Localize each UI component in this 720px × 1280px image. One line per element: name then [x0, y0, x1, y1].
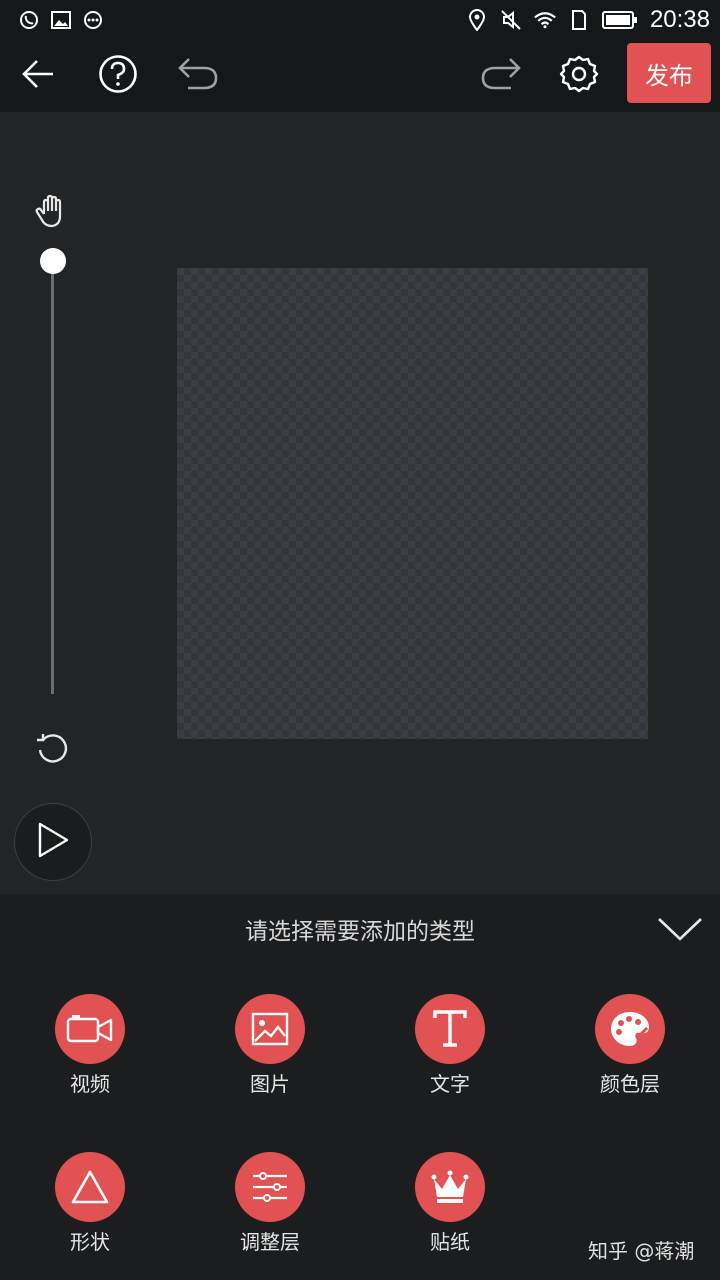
item-label: 调整层 — [240, 1230, 300, 1254]
clock-text: 20:38 — [649, 6, 710, 33]
text-t-icon — [415, 994, 485, 1064]
redo-arrow-icon — [479, 56, 523, 96]
item-label: 视频 — [70, 1072, 110, 1096]
hand-pan-icon[interactable] — [33, 192, 73, 232]
add-video-button[interactable]: 视频 — [20, 994, 160, 1097]
collapse-chevron-icon[interactable] — [656, 914, 704, 944]
reset-rotate-icon[interactable] — [32, 726, 74, 768]
item-label: 图片 — [250, 1072, 290, 1096]
whatsapp-icon — [18, 9, 40, 31]
settings-button[interactable] — [549, 46, 609, 106]
help-button[interactable] — [88, 46, 148, 106]
add-color-layer-button[interactable]: 颜色层 — [560, 994, 700, 1097]
add-layer-sheet: 请选择需要添加的类型 视频 图片 文字 颜色层 形状 调整层 贴纸 — [0, 894, 720, 1280]
watermark-text: 知乎 @蒋潮 — [588, 1239, 695, 1263]
undo-arrow-icon — [176, 56, 220, 96]
add-sticker-button[interactable]: 贴纸 — [380, 1152, 520, 1255]
redo-button[interactable] — [471, 46, 531, 106]
wifi-icon — [534, 9, 556, 31]
add-adjustment-layer-button[interactable]: 调整层 — [200, 1152, 340, 1255]
undo-button[interactable] — [168, 46, 228, 106]
sim-icon — [568, 9, 590, 31]
sheet-title: 请选择需要添加的类型 — [245, 919, 475, 945]
more-dots-icon — [82, 9, 104, 31]
mute-icon — [500, 9, 522, 31]
gallery-icon — [50, 9, 72, 31]
add-shape-button[interactable]: 形状 — [20, 1152, 160, 1255]
top-toolbar: 发布 — [0, 40, 720, 112]
item-label: 颜色层 — [600, 1072, 660, 1096]
gear-icon — [559, 54, 599, 98]
crown-icon — [415, 1152, 485, 1222]
back-button[interactable] — [8, 46, 68, 106]
sliders-icon — [235, 1152, 305, 1222]
battery-icon — [601, 9, 638, 31]
status-bar: 20:38 — [0, 0, 720, 40]
image-icon — [235, 994, 305, 1064]
publish-button[interactable]: 发布 — [627, 43, 711, 103]
add-image-button[interactable]: 图片 — [200, 994, 340, 1097]
play-button[interactable] — [14, 803, 92, 881]
item-label: 形状 — [70, 1230, 110, 1254]
zoom-slider-handle[interactable] — [40, 248, 66, 274]
video-camera-icon — [55, 994, 125, 1064]
arrow-left-icon — [21, 59, 55, 93]
play-triangle-icon — [36, 821, 70, 863]
triangle-icon — [55, 1152, 125, 1222]
question-circle-icon — [98, 54, 138, 98]
add-text-button[interactable]: 文字 — [380, 994, 520, 1097]
item-label: 贴纸 — [430, 1230, 470, 1254]
item-label: 文字 — [430, 1072, 470, 1096]
zoom-slider-track[interactable] — [51, 262, 54, 694]
transparent-canvas-stage[interactable] — [177, 268, 648, 739]
location-icon — [466, 9, 488, 31]
palette-icon — [595, 994, 665, 1064]
